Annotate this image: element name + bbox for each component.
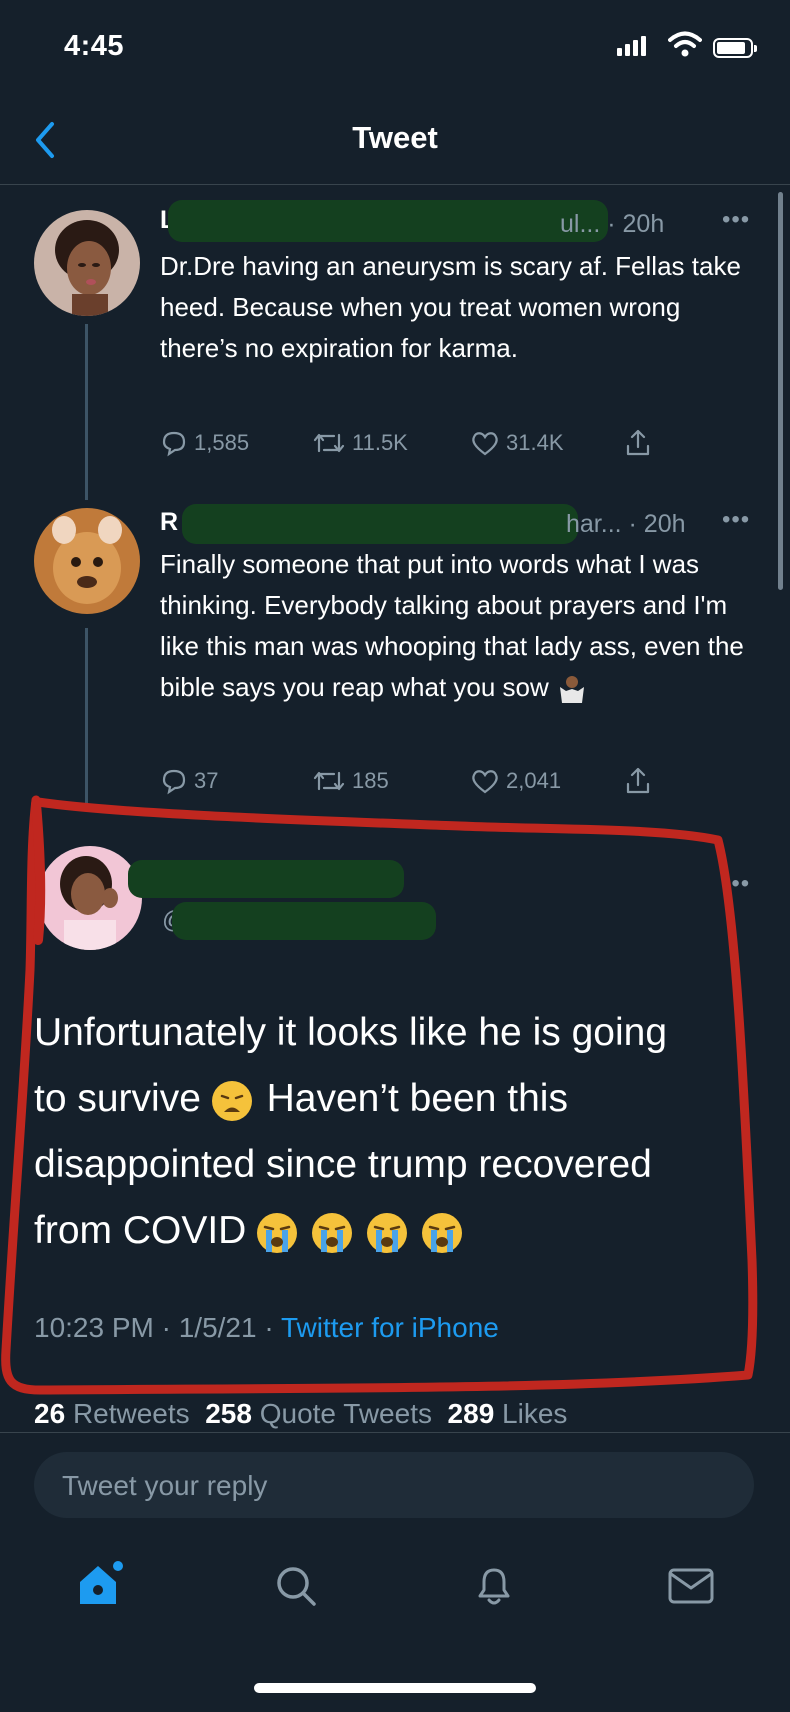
share-button[interactable] xyxy=(624,428,652,458)
avatar[interactable] xyxy=(38,846,142,950)
tweet-1[interactable]: L ul... · 20h ••• Dr.Dre having an aneur… xyxy=(0,196,790,476)
crying-face-emoji-icon xyxy=(257,1212,298,1253)
focused-tweet-text: Unfortunately it looks like he is going … xyxy=(34,1000,764,1264)
like-icon xyxy=(472,770,498,794)
tweet-meta: har... · 20h xyxy=(566,510,686,538)
retweets-count[interactable]: 26 xyxy=(34,1398,65,1429)
battery-icon xyxy=(713,38,757,58)
signal-icon xyxy=(617,36,646,56)
retweet-icon xyxy=(313,771,345,791)
messages-tab[interactable] xyxy=(666,1566,716,1606)
tweet-meta: ul... · 20h xyxy=(560,210,665,238)
redaction xyxy=(128,860,404,898)
home-icon xyxy=(80,1561,123,1604)
retweet-icon xyxy=(313,433,345,453)
tweet-2[interactable]: R har... · 20h ••• Finally someone that … xyxy=(0,500,790,810)
search-tab[interactable] xyxy=(272,1562,320,1610)
home-tab[interactable] xyxy=(74,1558,126,1610)
share-icon xyxy=(626,429,650,456)
stats-divider xyxy=(0,1432,790,1433)
redaction xyxy=(182,504,578,544)
share-button[interactable] xyxy=(624,766,652,796)
avatar[interactable] xyxy=(34,508,140,614)
crying-face-emoji-icon xyxy=(366,1212,407,1253)
page-title: Tweet xyxy=(352,120,438,155)
like-icon xyxy=(472,432,498,456)
text-line-2: to survive Haven’t been this xyxy=(34,1066,764,1132)
home-indicator[interactable] xyxy=(254,1683,536,1693)
text-segment: to survive xyxy=(34,1077,201,1120)
redaction xyxy=(172,902,436,940)
messages-icon xyxy=(668,1568,714,1604)
likes-count[interactable]: 289 xyxy=(448,1398,495,1429)
source-link[interactable]: Twitter for iPhone xyxy=(281,1312,499,1343)
tweet-text-content: Finally someone that put into words what… xyxy=(160,549,744,702)
tweet-timestamp: 10:23 PM · 1/5/21 · Twitter for iPhone xyxy=(34,1312,499,1344)
quote-tweets-count[interactable]: 258 xyxy=(205,1398,252,1429)
redaction xyxy=(168,200,608,242)
tweet-actions: 1,585 11.5K 31.4K xyxy=(160,426,760,460)
avatar[interactable] xyxy=(34,210,140,316)
author-name[interactable]: R xyxy=(160,508,178,537)
text-line: Unfortunately it looks like he is going xyxy=(34,1011,668,1054)
text-segment: Haven’t been this xyxy=(266,1077,568,1120)
crying-face-emoji-icon xyxy=(312,1212,353,1253)
retweet-count: 185 xyxy=(352,768,389,793)
crying-face-emoji-icon xyxy=(421,1212,462,1253)
notifications-icon xyxy=(478,1568,510,1605)
more-icon[interactable]: ••• xyxy=(722,870,750,898)
retweets-label[interactable]: Retweets xyxy=(73,1398,190,1429)
reply-count: 1,585 xyxy=(194,430,250,455)
tweet-actions: 37 185 2,041 xyxy=(160,764,760,798)
tweet-text: Finally someone that put into words what… xyxy=(160,544,760,708)
text-line: disappointed since trump recovered xyxy=(34,1143,652,1186)
status-time: 4:45 xyxy=(64,30,125,62)
quote-tweets-label[interactable]: Quote Tweets xyxy=(260,1398,432,1429)
notifications-tab[interactable] xyxy=(470,1562,518,1610)
retweet-count: 11.5K xyxy=(352,430,408,455)
reply-button[interactable]: 1,585 xyxy=(160,429,249,457)
timestamp-text: 10:23 PM · 1/5/21 · xyxy=(34,1312,281,1343)
retweet-button[interactable]: 185 xyxy=(312,767,389,795)
text-line-4: from COVID xyxy=(34,1198,764,1264)
likes-label[interactable]: Likes xyxy=(502,1398,567,1429)
more-icon[interactable]: ••• xyxy=(722,506,750,534)
reply-placeholder: Tweet your reply xyxy=(62,1470,268,1501)
search-icon xyxy=(277,1567,316,1606)
reply-button[interactable]: 37 xyxy=(160,767,218,795)
like-count: 31.4K xyxy=(506,430,564,455)
reply-count: 37 xyxy=(194,768,219,793)
like-button[interactable]: 31.4K xyxy=(470,429,564,457)
text-segment: from COVID xyxy=(34,1209,247,1252)
share-icon xyxy=(626,767,650,794)
reply-icon xyxy=(162,431,186,457)
tweet-text: Dr.Dre having an aneurysm is scary af. F… xyxy=(160,251,741,363)
like-count: 2,041 xyxy=(506,768,562,793)
weary-face-emoji-icon xyxy=(211,1080,252,1121)
shrug-emoji-icon xyxy=(556,673,588,705)
header-divider xyxy=(0,184,790,185)
retweet-button[interactable]: 11.5K xyxy=(312,429,408,457)
reply-icon xyxy=(162,769,186,795)
like-button[interactable]: 2,041 xyxy=(470,767,561,795)
more-icon[interactable]: ••• xyxy=(722,206,750,234)
engagement-stats: 26 Retweets 258 Quote Tweets 289 Likes xyxy=(34,1398,567,1430)
wifi-icon xyxy=(668,30,702,58)
